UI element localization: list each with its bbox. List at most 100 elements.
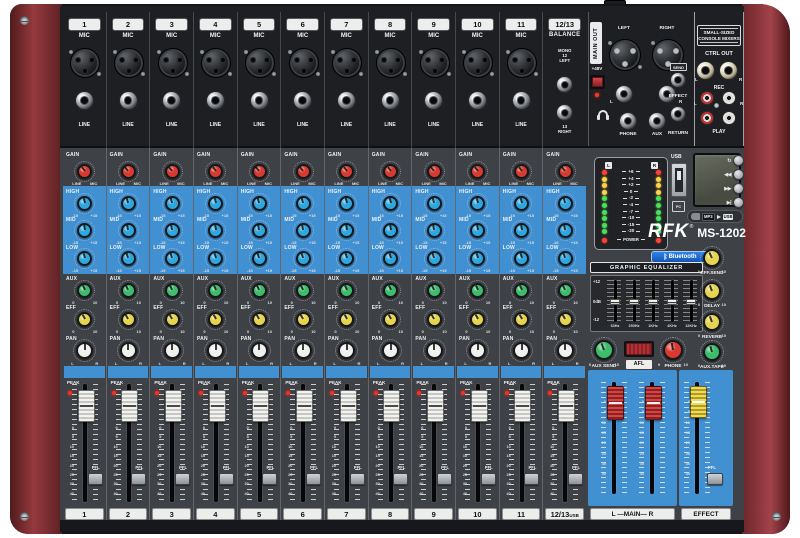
high-knob[interactable]: -15+15 bbox=[205, 193, 226, 214]
high-knob[interactable]: -15+15 bbox=[555, 193, 576, 214]
high-knob[interactable]: -15+15 bbox=[74, 193, 95, 214]
mid-knob[interactable]: -15+15 bbox=[249, 220, 270, 241]
gain-knob[interactable]: LINEMIC bbox=[555, 161, 576, 182]
eq-slider-handle[interactable] bbox=[629, 299, 639, 305]
phone-knob[interactable]: 010 bbox=[660, 337, 686, 363]
gain-knob[interactable]: LINEMIC bbox=[74, 161, 95, 182]
pan-knob[interactable]: LR bbox=[335, 339, 358, 362]
mid-knob[interactable]: -15+15 bbox=[424, 220, 445, 241]
channel-fader[interactable] bbox=[296, 390, 313, 422]
low-knob[interactable]: -15+15 bbox=[74, 248, 95, 269]
pan-knob[interactable]: LR bbox=[117, 339, 140, 362]
eff-knob[interactable]: 010 bbox=[380, 309, 401, 330]
channel-fader[interactable] bbox=[209, 390, 226, 422]
channel-fader[interactable] bbox=[558, 390, 575, 422]
eff-knob[interactable]: 010 bbox=[336, 309, 357, 330]
player-play-pause-button[interactable] bbox=[733, 197, 744, 208]
main-left-fader[interactable] bbox=[607, 386, 624, 420]
mid-knob[interactable]: -15+15 bbox=[293, 220, 314, 241]
aux-knob[interactable]: 010 bbox=[467, 280, 488, 301]
low-knob[interactable]: -15+15 bbox=[380, 248, 401, 269]
high-knob[interactable]: -15+15 bbox=[336, 193, 357, 214]
low-knob[interactable]: -15+15 bbox=[249, 248, 270, 269]
aux-knob[interactable]: 010 bbox=[249, 280, 270, 301]
low-knob[interactable]: -15+15 bbox=[118, 248, 139, 269]
gain-knob[interactable]: LINEMIC bbox=[336, 161, 357, 182]
pan-knob[interactable]: LR bbox=[161, 339, 184, 362]
pfl-button[interactable] bbox=[175, 473, 190, 485]
reverb-knob[interactable]: 010 bbox=[700, 310, 724, 334]
gain-knob[interactable]: LINEMIC bbox=[424, 161, 445, 182]
aux-tape-knob[interactable]: 010 bbox=[700, 340, 724, 364]
pan-knob[interactable]: LR bbox=[292, 339, 315, 362]
pfl-button[interactable] bbox=[219, 473, 234, 485]
eq-slider-handle[interactable] bbox=[667, 299, 677, 305]
aux-knob[interactable]: 010 bbox=[205, 280, 226, 301]
high-knob[interactable]: -15+15 bbox=[162, 193, 183, 214]
pan-knob[interactable]: LR bbox=[73, 339, 96, 362]
mid-knob[interactable]: -15+15 bbox=[336, 220, 357, 241]
pfl-button[interactable] bbox=[306, 473, 321, 485]
eff-knob[interactable]: 010 bbox=[118, 309, 139, 330]
aux-knob[interactable]: 010 bbox=[555, 280, 576, 301]
pfl-button[interactable] bbox=[393, 473, 408, 485]
gain-knob[interactable]: LINEMIC bbox=[162, 161, 183, 182]
mid-knob[interactable]: -15+15 bbox=[74, 220, 95, 241]
aux-knob[interactable]: 010 bbox=[162, 280, 183, 301]
gain-knob[interactable]: LINEMIC bbox=[511, 161, 532, 182]
gain-knob[interactable]: LINEMIC bbox=[118, 161, 139, 182]
pan-knob[interactable]: LR bbox=[248, 339, 271, 362]
channel-fader[interactable] bbox=[165, 390, 182, 422]
player-previous-button[interactable] bbox=[733, 169, 744, 180]
gain-knob[interactable]: LINEMIC bbox=[380, 161, 401, 182]
mid-knob[interactable]: -15+15 bbox=[162, 220, 183, 241]
mid-knob[interactable]: -15+15 bbox=[205, 220, 226, 241]
pan-knob[interactable]: LR bbox=[423, 339, 446, 362]
low-knob[interactable]: -15+15 bbox=[162, 248, 183, 269]
channel-fader[interactable] bbox=[383, 390, 400, 422]
effect-fader[interactable] bbox=[690, 386, 707, 418]
channel-fader[interactable] bbox=[514, 390, 531, 422]
gain-knob[interactable]: LINEMIC bbox=[293, 161, 314, 182]
aux-knob[interactable]: 010 bbox=[74, 280, 95, 301]
gain-knob[interactable]: LINEMIC bbox=[467, 161, 488, 182]
channel-fader[interactable] bbox=[471, 390, 488, 422]
mid-knob[interactable]: -15+15 bbox=[380, 220, 401, 241]
pfl-button[interactable] bbox=[524, 473, 539, 485]
gain-knob[interactable]: LINEMIC bbox=[249, 161, 270, 182]
eff-knob[interactable]: 010 bbox=[205, 309, 226, 330]
low-knob[interactable]: -15+15 bbox=[555, 248, 576, 269]
high-knob[interactable]: -15+15 bbox=[424, 193, 445, 214]
channel-fader[interactable] bbox=[78, 390, 95, 422]
low-knob[interactable]: -15+15 bbox=[205, 248, 226, 269]
aux-knob[interactable]: 010 bbox=[380, 280, 401, 301]
aux-knob[interactable]: 010 bbox=[118, 280, 139, 301]
phantom-power-switch[interactable] bbox=[590, 75, 605, 89]
delay-knob[interactable]: 010 bbox=[700, 279, 724, 303]
eff-knob[interactable]: 010 bbox=[249, 309, 270, 330]
low-knob[interactable]: -15+15 bbox=[336, 248, 357, 269]
pfl-button[interactable] bbox=[437, 473, 452, 485]
pfl-button[interactable] bbox=[481, 473, 496, 485]
pfl-button[interactable] bbox=[131, 473, 146, 485]
channel-fader[interactable] bbox=[427, 390, 444, 422]
eff-knob[interactable]: 010 bbox=[555, 309, 576, 330]
mid-knob[interactable]: -15+15 bbox=[555, 220, 576, 241]
low-knob[interactable]: -15+15 bbox=[293, 248, 314, 269]
gain-knob[interactable]: LINEMIC bbox=[205, 161, 226, 182]
eff-knob[interactable]: 010 bbox=[467, 309, 488, 330]
eff-knob[interactable]: 010 bbox=[162, 309, 183, 330]
aux-knob[interactable]: 010 bbox=[293, 280, 314, 301]
afl-button[interactable] bbox=[626, 343, 652, 355]
channel-fader[interactable] bbox=[340, 390, 357, 422]
high-knob[interactable]: -15+15 bbox=[380, 193, 401, 214]
channel-fader[interactable] bbox=[252, 390, 269, 422]
aux-knob[interactable]: 010 bbox=[511, 280, 532, 301]
aux-knob[interactable]: 010 bbox=[424, 280, 445, 301]
eq-slider-handle[interactable] bbox=[610, 299, 620, 305]
eff-knob[interactable]: 010 bbox=[511, 309, 532, 330]
main-right-fader[interactable] bbox=[645, 386, 662, 420]
high-knob[interactable]: -15+15 bbox=[293, 193, 314, 214]
pfl-button[interactable] bbox=[262, 473, 277, 485]
pan-knob[interactable]: LR bbox=[204, 339, 227, 362]
